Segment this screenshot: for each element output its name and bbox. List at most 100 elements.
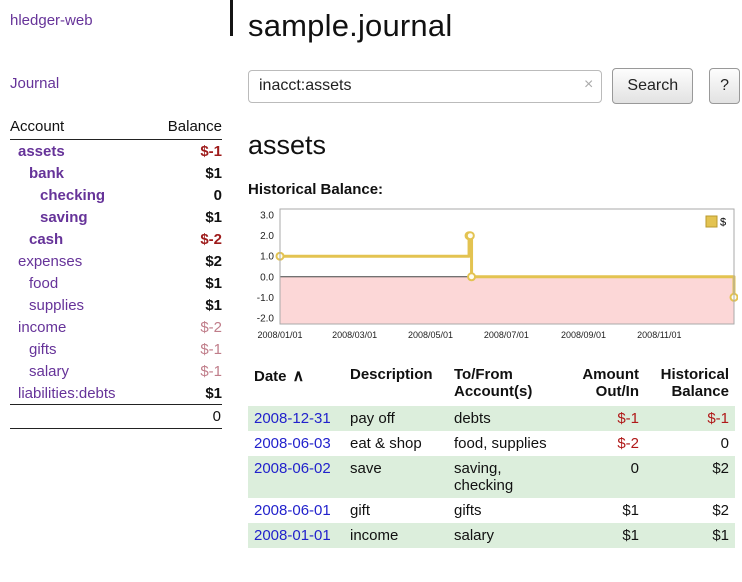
transaction-description: save — [344, 456, 448, 498]
sidebar-account-supplies[interactable]: supplies — [10, 297, 84, 314]
account-row: liabilities:debts $1 — [10, 382, 222, 404]
transaction-accounts: salary — [448, 523, 568, 548]
account-row: food $1 — [10, 272, 222, 294]
accounts-header-balance: Balance — [168, 118, 222, 135]
transaction-amount: 0 — [568, 456, 645, 498]
search-form: × Search ? — [248, 68, 740, 104]
transaction-amount: $-1 — [568, 406, 645, 431]
svg-text:-2.0: -2.0 — [257, 313, 275, 324]
account-row: expenses $2 — [10, 250, 222, 272]
transaction-balance: 0 — [645, 431, 735, 456]
account-row: saving $1 — [10, 206, 222, 228]
accounts-header-account: Account — [10, 118, 64, 135]
svg-text:3.0: 3.0 — [260, 211, 274, 222]
sort-ascending-icon[interactable]: ∧ — [293, 368, 305, 385]
transaction-accounts: saving, checking — [448, 456, 568, 498]
header-amount-out-in: Amount Out/In — [568, 364, 645, 406]
sidebar-account-gifts[interactable]: gifts — [10, 341, 57, 358]
account-row: bank $1 — [10, 162, 222, 184]
account-row: checking 0 — [10, 184, 222, 206]
account-balance: $-2 — [200, 231, 222, 248]
account-balance: $2 — [205, 253, 222, 270]
svg-text:$: $ — [720, 217, 726, 229]
transaction-description: pay off — [344, 406, 448, 431]
sidebar-account-salary[interactable]: salary — [10, 363, 69, 380]
transactions-header-row: Date∧ Description To/From Account(s) Amo… — [248, 364, 735, 406]
sidebar: hledger-web Journal Account Balance asse… — [0, 0, 232, 429]
sidebar-item-journal[interactable]: Journal — [10, 75, 222, 92]
transaction-accounts: food, supplies — [448, 431, 568, 456]
account-row: supplies $1 — [10, 294, 222, 316]
clear-search-icon[interactable]: × — [584, 76, 593, 94]
sidebar-account-assets[interactable]: assets — [10, 143, 65, 160]
account-row: gifts $-1 — [10, 338, 222, 360]
search-button[interactable]: Search — [612, 68, 693, 104]
account-balance: 0 — [214, 187, 222, 204]
header-tofrom-accounts: To/From Account(s) — [448, 364, 568, 406]
svg-text:2008/01/01: 2008/01/01 — [257, 330, 302, 340]
account-balance: $1 — [205, 275, 222, 292]
svg-text:2008/03/01: 2008/03/01 — [332, 330, 377, 340]
account-balance: $1 — [205, 165, 222, 182]
transaction-date-link[interactable]: 2008-06-02 — [254, 460, 331, 477]
sidebar-divider — [230, 0, 233, 36]
svg-text:2008/11/01: 2008/11/01 — [637, 330, 681, 340]
account-balance: $-2 — [200, 319, 222, 336]
app-title-link[interactable]: hledger-web — [10, 12, 222, 29]
transaction-date-link[interactable]: 2008-06-01 — [254, 502, 331, 519]
svg-text:2008/09/01: 2008/09/01 — [561, 330, 606, 340]
svg-text:1.0: 1.0 — [260, 252, 274, 263]
transactions-table: Date∧ Description To/From Account(s) Amo… — [248, 364, 735, 548]
svg-text:2.0: 2.0 — [260, 231, 274, 242]
accounts-table: Account Balance assets $-1 bank $1 check… — [10, 116, 222, 429]
account-row: assets $-1 — [10, 140, 222, 162]
header-historical-balance: Historical Balance — [645, 364, 735, 406]
account-row: salary $-1 — [10, 360, 222, 382]
sidebar-account-liabilities-debts[interactable]: liabilities:debts — [10, 385, 116, 402]
transaction-row[interactable]: 2008-01-01 income salary $1 $1 — [248, 523, 735, 548]
help-button[interactable]: ? — [709, 68, 740, 104]
transaction-row[interactable]: 2008-06-02 save saving, checking 0 $2 — [248, 456, 735, 498]
svg-text:-1.0: -1.0 — [257, 293, 275, 304]
header-description: Description — [344, 364, 448, 406]
transaction-date-link[interactable]: 2008-06-03 — [254, 435, 331, 452]
sidebar-account-expenses[interactable]: expenses — [10, 253, 82, 270]
transaction-date-link[interactable]: 2008-01-01 — [254, 527, 331, 544]
chart-title: Historical Balance: — [248, 181, 740, 198]
svg-text:0.0: 0.0 — [260, 272, 274, 283]
account-balance: $1 — [205, 209, 222, 226]
transaction-description: gift — [344, 498, 448, 523]
sidebar-account-income[interactable]: income — [10, 319, 66, 336]
svg-text:2008/07/01: 2008/07/01 — [484, 330, 529, 340]
transaction-balance: $2 — [645, 456, 735, 498]
account-balance: $1 — [205, 385, 222, 402]
transaction-description: income — [344, 523, 448, 548]
transaction-row[interactable]: 2008-12-31 pay off debts $-1 $-1 — [248, 406, 735, 431]
transaction-description: eat & shop — [344, 431, 448, 456]
transaction-date-link[interactable]: 2008-12-31 — [254, 410, 331, 427]
page-title: sample.journal — [248, 8, 740, 44]
sidebar-account-cash[interactable]: cash — [10, 231, 63, 248]
transaction-accounts: gifts — [448, 498, 568, 523]
transaction-balance: $1 — [645, 523, 735, 548]
account-balance: $-1 — [200, 363, 222, 380]
search-box: × — [248, 70, 602, 103]
account-row: cash $-2 — [10, 228, 222, 250]
account-row: income $-2 — [10, 316, 222, 338]
transaction-row[interactable]: 2008-06-01 gift gifts $1 $2 — [248, 498, 735, 523]
header-date[interactable]: Date∧ — [248, 364, 344, 406]
svg-text:2008/05/01: 2008/05/01 — [408, 330, 453, 340]
search-input[interactable] — [248, 70, 602, 103]
sidebar-account-checking[interactable]: checking — [10, 187, 105, 204]
transaction-row[interactable]: 2008-06-03 eat & shop food, supplies $-2… — [248, 431, 735, 456]
accounts-total: 0 — [213, 408, 221, 425]
sidebar-account-food[interactable]: food — [10, 275, 58, 292]
transaction-amount: $1 — [568, 498, 645, 523]
accounts-total-row: 0 — [10, 404, 222, 429]
accounts-table-header: Account Balance — [10, 116, 222, 140]
account-balance: $1 — [205, 297, 222, 314]
sidebar-account-saving[interactable]: saving — [10, 209, 88, 226]
transaction-accounts: debts — [448, 406, 568, 431]
sidebar-account-bank[interactable]: bank — [10, 165, 64, 182]
account-heading: assets — [248, 130, 740, 161]
